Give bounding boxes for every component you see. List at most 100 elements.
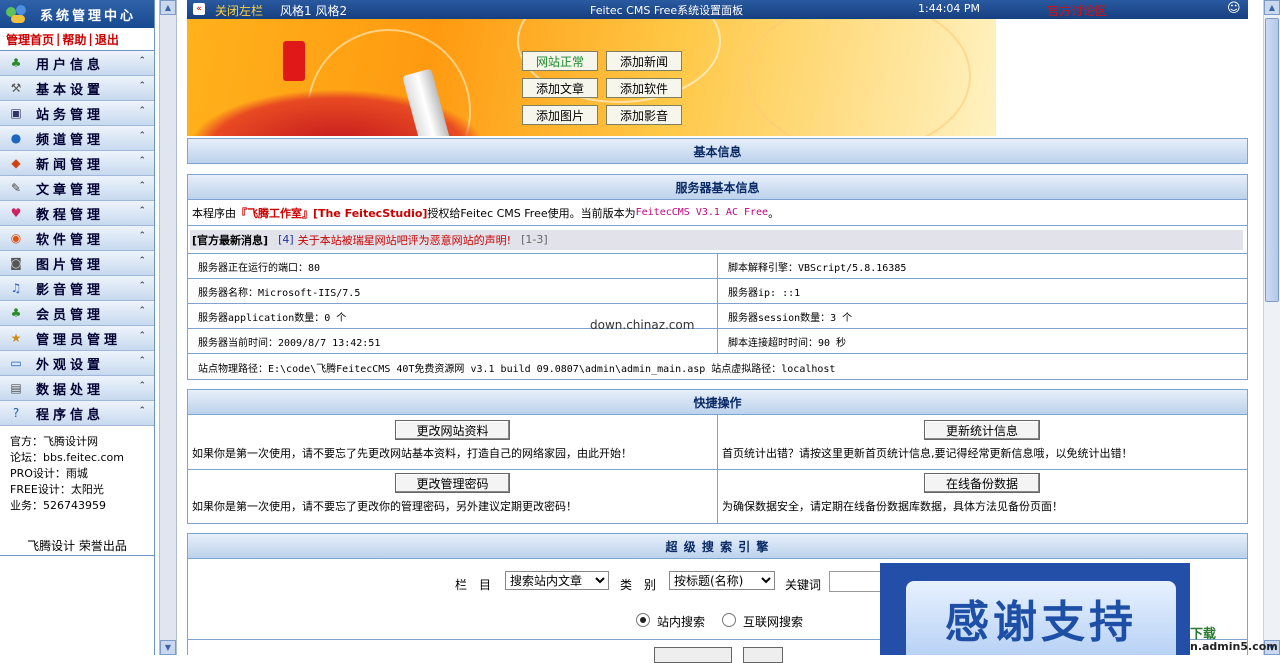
sidebar-item-label: 基本设置 (36, 82, 105, 98)
link-help[interactable]: 帮助 (62, 31, 86, 48)
search-reset-button[interactable] (743, 647, 783, 663)
radio-site-search[interactable] (636, 613, 650, 627)
backup-data-button[interactable]: 在线备份数据 (924, 473, 1040, 493)
add-image-button[interactable]: 添加图片 (522, 105, 598, 125)
script-engine: 脚本解释引擎：VBScript/5.8.16385 (728, 262, 907, 274)
server-row: 服务器当前时间：2009/8/7 13:42:51 脚本连接超时时间：90 秒 (188, 329, 1247, 354)
collapse-icon[interactable]: ⌃ (138, 156, 146, 166)
collapse-icon[interactable]: ⌃ (138, 181, 146, 191)
collapse-icon[interactable]: ⌃ (138, 81, 146, 91)
collapse-icon[interactable]: ⌃ (138, 131, 146, 141)
type-label: 类 别 (620, 578, 657, 592)
frame-divider-scrollbar[interactable]: ▲ ▼ (159, 0, 177, 655)
search-header: 超 级 搜 索 引 擎 (187, 533, 1248, 559)
sidebar-item-globe[interactable]: ● 频道管理 ⌃ (0, 126, 154, 151)
sidebar-footer-divider (0, 555, 154, 556)
keyword-label: 关键词 (785, 578, 822, 592)
link-admin-home[interactable]: 管理首页 (6, 31, 54, 48)
info-pro-design: PRO设计：雨城 (10, 467, 88, 480)
scroll-up-icon[interactable]: ▲ (160, 0, 176, 15)
close-sidebar-link[interactable]: 关闭左栏 (215, 2, 263, 19)
license-version: FeitecCMS V3.1 AC Free (635, 207, 769, 218)
collapse-icon[interactable]: ⌃ (138, 56, 146, 66)
sidebar-item-windows[interactable]: ◆ 新闻管理 ⌃ (0, 151, 154, 176)
news-row: [官方最新消息] [4] 关于本站被瑞星网站吧评为恶意网站的声明! [1-3] (188, 226, 1247, 254)
users-icon: ♣ (10, 56, 22, 70)
collapse-icon[interactable]: ⌃ (138, 281, 146, 291)
sidebar-menu: ♣ 用户信息 ⌃ ⚒ 基本设置 ⌃ ▣ 站务管理 ⌃ ● 频道管理 ⌃ ◆ 新闻管理 ⌃ ✎ 文章管理 ⌃ ♥ 教程管… (0, 51, 154, 426)
sidebar-item-help[interactable]: ? 程序信息 ⌃ (0, 401, 154, 426)
sidebar-item-label: 频道管理 (36, 132, 105, 148)
server-ip: 服务器ip: ::1 (728, 287, 801, 299)
sidebar-item-label: 用户信息 (36, 57, 105, 73)
sidebar-item-heart[interactable]: ♥ 教程管理 ⌃ (0, 201, 154, 226)
type-select[interactable]: 按标题(名称) (669, 571, 775, 590)
add-article-button[interactable]: 添加文章 (522, 78, 598, 98)
news-link[interactable]: 关于本站被瑞星网站吧评为恶意网站的声明! (298, 232, 511, 248)
windows-icon: ◆ (11, 156, 21, 170)
thanks-ad[interactable]: 感谢支持 (880, 563, 1190, 655)
sidebar-item-monitor[interactable]: ▣ 站务管理 ⌃ (0, 101, 154, 126)
top-bar: « 关闭左栏 风格1 风格2 Feitec CMS Free系统设置面板 1:4… (187, 0, 1248, 19)
sidebar-item-label: 图片管理 (36, 257, 105, 273)
tools-icon: ⚒ (10, 81, 22, 95)
server-row: 服务器名称：Microsoft-IIS/7.5 服务器ip: ::1 (188, 279, 1247, 304)
collapse-icon[interactable]: ⌃ (138, 206, 146, 216)
sidebar-item-label: 教程管理 (36, 207, 105, 223)
sidebar: 系统管理中心 管理首页 | 帮助 | 退出 ♣ 用户信息 ⌃ ⚒ 基本设置 ⌃ ▣ 站务管理 ⌃ ● 频… (0, 0, 155, 655)
page-scroll-up-icon[interactable]: ▲ (1264, 0, 1280, 15)
collapse-icon[interactable]: ⌃ (138, 306, 146, 316)
search-start-button[interactable] (654, 647, 732, 663)
column-label: 栏 目 (455, 578, 492, 592)
style-switcher[interactable]: 风格1 风格2 (280, 2, 347, 19)
collapse-icon[interactable]: ⌃ (138, 406, 146, 416)
edit-site-info-button[interactable]: 更改网站资料 (395, 420, 510, 440)
add-software-button[interactable]: 添加软件 (606, 78, 682, 98)
add-news-button[interactable]: 添加新闻 (606, 51, 682, 71)
license-author-link[interactable]: 『飞腾工作室』[The FeitecStudio] (236, 205, 427, 221)
server-time: 服务器当前时间：2009/8/7 13:42:51 (198, 337, 381, 349)
sidebar-item-label: 管理员管理 (36, 332, 122, 348)
sidebar-item-member[interactable]: ♣ 会员管理 ⌃ (0, 301, 154, 326)
column-select[interactable]: 搜索站内文章 (505, 571, 609, 590)
collapse-icon[interactable]: ⌃ (138, 381, 146, 391)
sidebar-item-pen[interactable]: ✎ 文章管理 ⌃ (0, 176, 154, 201)
sidebar-item-music[interactable]: ♫ 影音管理 ⌃ (0, 276, 154, 301)
site-physical-path: 站点物理路径：E:\code\飞腾FeitecCMS 40T免费资源网 v3.1… (198, 363, 836, 375)
page-scrollbar[interactable]: ▲ ▼ (1263, 0, 1280, 655)
sidebar-item-disc[interactable]: ◉ 软件管理 ⌃ (0, 226, 154, 251)
sidebar-item-display[interactable]: ▭ 外观设置 ⌃ (0, 351, 154, 376)
sidebar-item-database[interactable]: ▤ 数据处理 ⌃ (0, 376, 154, 401)
edit-site-info-desc: 如果你是第一次使用，请不要忘了先更改网站基本资料，打造自己的网络家园，由此开始！ (192, 447, 632, 460)
change-password-button[interactable]: 更改管理密码 (395, 473, 510, 493)
sidebar-item-admin[interactable]: ★ 管理员管理 ⌃ (0, 326, 154, 351)
server-info-panel: 本程序由 『飞腾工作室』[The FeitecStudio] 授权给Feitec… (187, 200, 1248, 380)
basic-info-header: 基本信息 (187, 138, 1248, 164)
collapse-icon[interactable]: ⌃ (138, 256, 146, 266)
page-scroll-thumb[interactable] (1265, 18, 1279, 302)
collapse-icon[interactable]: ⌃ (138, 331, 146, 341)
add-video-button[interactable]: 添加影音 (606, 105, 682, 125)
update-stats-desc: 首页统计出错？请按这里更新首页统计信息,要记得经常更新信息哦，以免统计出错！ (722, 447, 1133, 460)
help-icon: ? (12, 406, 20, 420)
news-pager[interactable]: [1-3] (521, 233, 548, 246)
site-normal-button[interactable]: 网站正常 (522, 51, 598, 71)
radio-web-search[interactable] (722, 613, 736, 627)
collapse-icon[interactable]: ⌃ (138, 231, 146, 241)
heart-icon: ♥ (10, 206, 22, 220)
link-logout[interactable]: 退出 (95, 31, 119, 48)
collapse-icon[interactable]: ⌃ (138, 356, 146, 366)
sidebar-footer: 飞腾设计 荣誉出品 (27, 539, 127, 553)
user-avatar-icon[interactable]: ☺ (1227, 1, 1241, 16)
info-free-design: FREE设计：太阳光 (10, 483, 104, 496)
official-forum-link[interactable]: 官方讨论区 (1047, 2, 1107, 19)
database-icon: ▤ (10, 381, 22, 395)
sidebar-item-camera[interactable]: ◙ 图片管理 ⌃ (0, 251, 154, 276)
update-stats-button[interactable]: 更新统计信息 (924, 420, 1040, 440)
server-info-header: 服务器基本信息 (187, 174, 1248, 200)
collapse-icon[interactable]: ⌃ (138, 106, 146, 116)
sidebar-item-tools[interactable]: ⚒ 基本设置 ⌃ (0, 76, 154, 101)
scroll-down-icon[interactable]: ▼ (160, 640, 176, 655)
sidebar-item-users[interactable]: ♣ 用户信息 ⌃ (0, 51, 154, 76)
close-sidebar-icon[interactable]: « (193, 3, 205, 15)
